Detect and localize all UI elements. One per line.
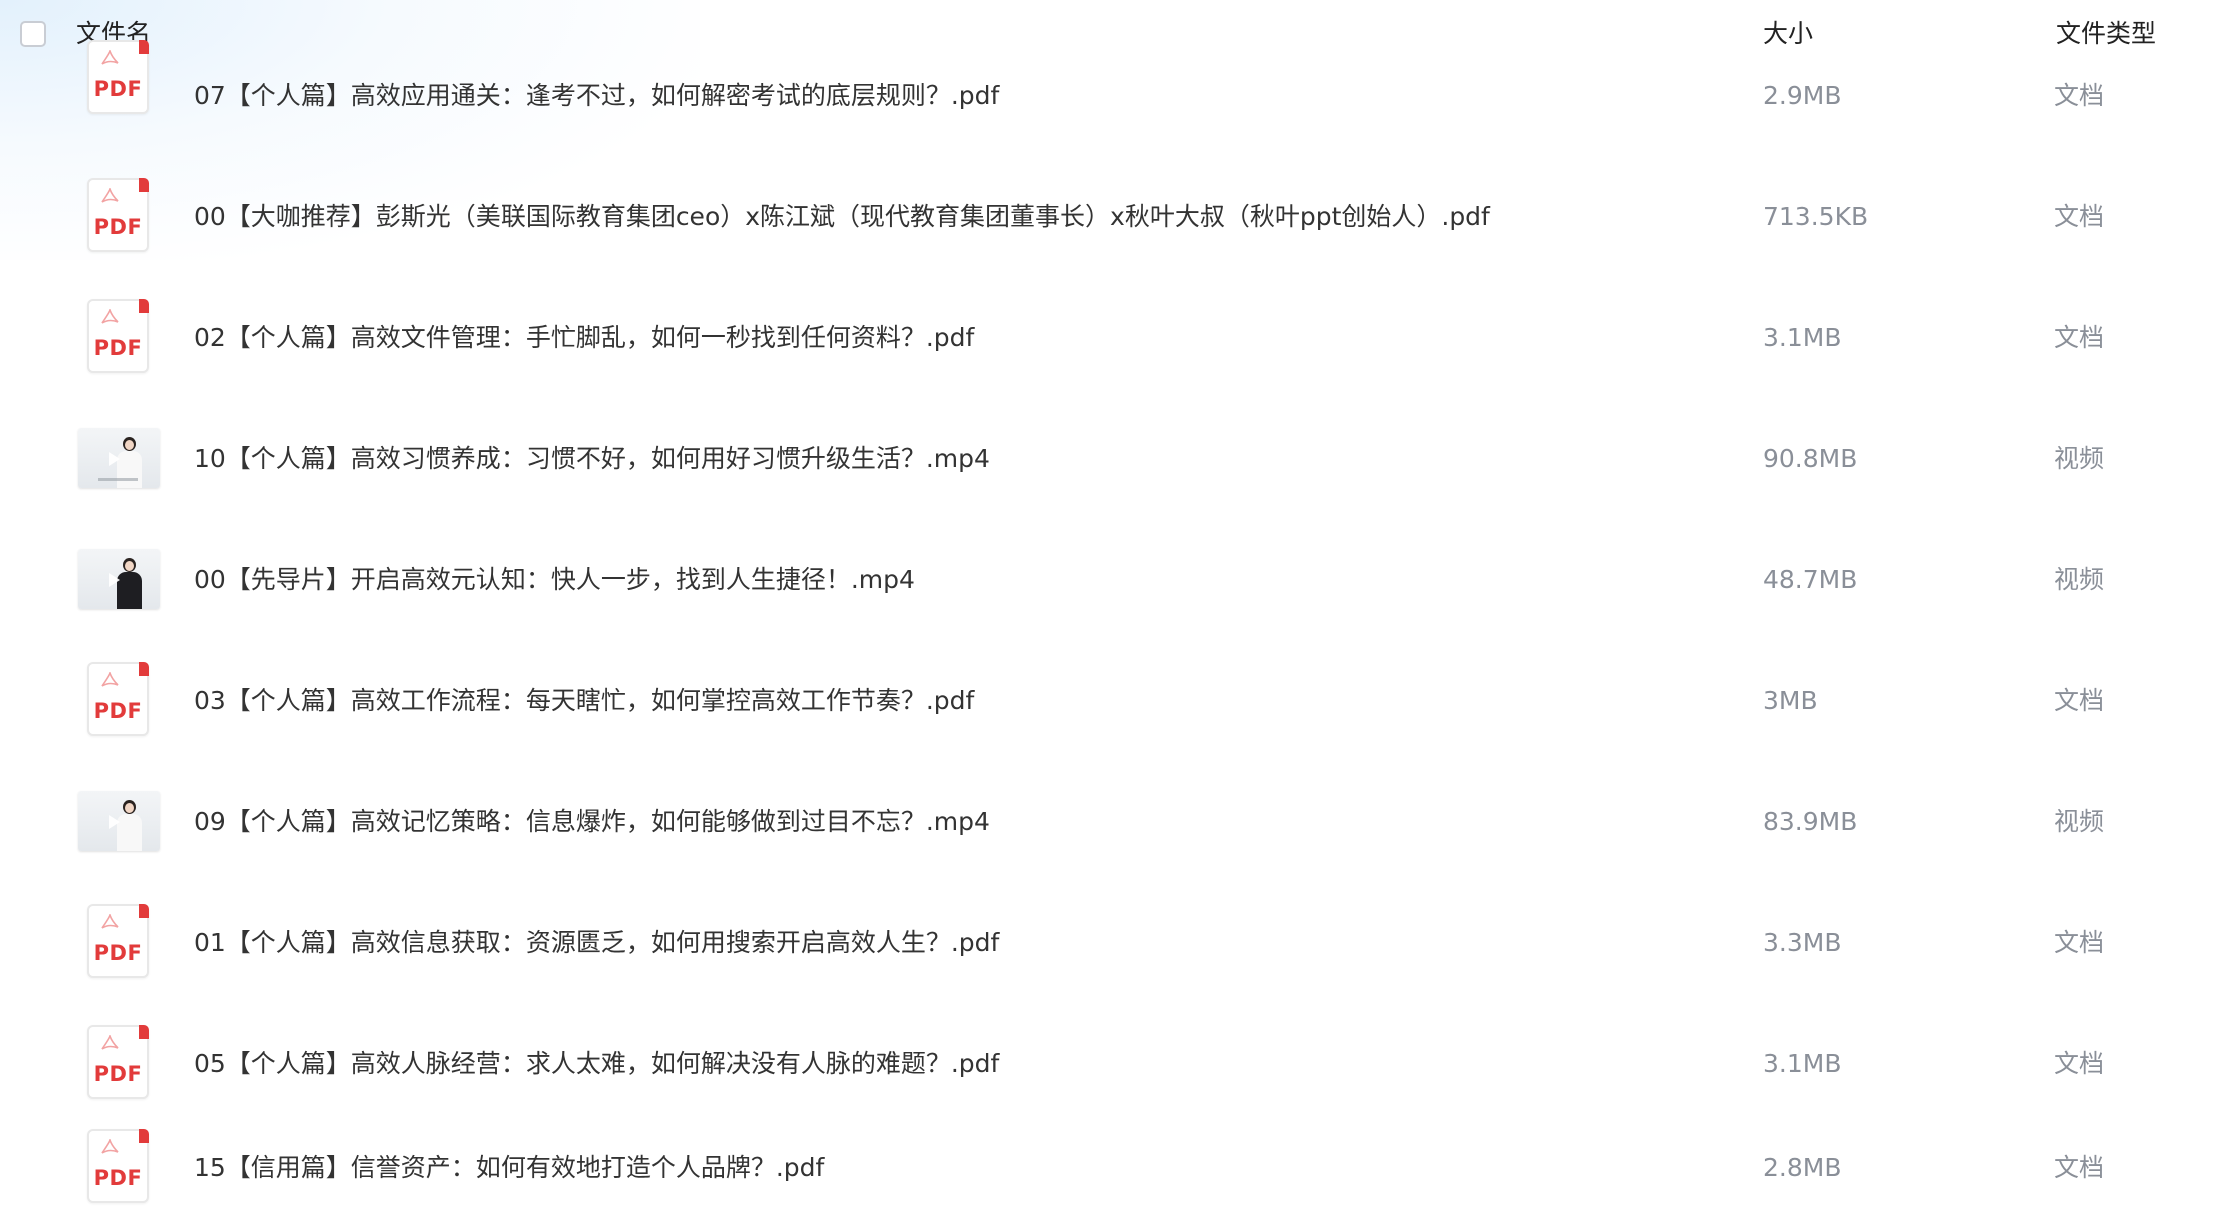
pdf-label: PDF bbox=[93, 77, 143, 101]
pdf-label: PDF bbox=[93, 336, 143, 360]
file-type: 文档 bbox=[2054, 1049, 2105, 1078]
file-size: 3.1MB bbox=[1763, 1049, 1842, 1078]
video-file-icon bbox=[78, 537, 160, 619]
file-type: 文档 bbox=[2054, 928, 2105, 957]
file-name[interactable]: 00【先导片】开启高效元认知：快人一步，找到人生捷径！.mp4 bbox=[194, 562, 915, 598]
file-row[interactable]: PDF 15【信用篇】信誉资产：如何有效地打造个人品牌？.pdf 2.8MB 文… bbox=[0, 1108, 2214, 1229]
file-size: 2.8MB bbox=[1763, 1153, 1842, 1182]
file-name[interactable]: 03【个人篇】高效工作流程：每天瞎忙，如何掌控高效工作节奏？.pdf bbox=[194, 683, 974, 719]
pdf-file-icon: PDF bbox=[78, 174, 160, 256]
pdf-icon: PDF bbox=[87, 1129, 149, 1203]
file-row[interactable]: 09【个人篇】高效记忆策略：信息爆炸，如何能够做到过目不忘？.mp4 83.9M… bbox=[0, 762, 2214, 883]
file-size: 90.8MB bbox=[1763, 444, 1858, 473]
acrobat-icon bbox=[101, 672, 119, 687]
file-name[interactable]: 01【个人篇】高效信息获取：资源匮乏，如何用搜索开启高效人生？.pdf bbox=[194, 925, 999, 961]
file-name[interactable]: 02【个人篇】高效文件管理：手忙脚乱，如何一秒找到任何资料？.pdf bbox=[194, 320, 974, 356]
file-size: 713.5KB bbox=[1763, 202, 1869, 231]
file-row[interactable]: PDF 05【个人篇】高效人脉经营：求人太难，如何解决没有人脉的难题？.pdf … bbox=[0, 1004, 2214, 1125]
file-type: 视频 bbox=[2054, 807, 2105, 836]
pdf-label: PDF bbox=[93, 1166, 143, 1190]
file-type: 视频 bbox=[2054, 565, 2105, 594]
acrobat-icon bbox=[101, 50, 119, 65]
file-size: 83.9MB bbox=[1763, 807, 1858, 836]
acrobat-icon bbox=[101, 309, 119, 324]
pdf-label: PDF bbox=[93, 699, 143, 723]
pdf-icon: PDF bbox=[87, 40, 149, 114]
pdf-icon: PDF bbox=[87, 1025, 149, 1099]
file-size: 3.1MB bbox=[1763, 323, 1842, 352]
file-row[interactable]: PDF 01【个人篇】高效信息获取：资源匮乏，如何用搜索开启高效人生？.pdf … bbox=[0, 883, 2214, 1004]
file-size: 2.9MB bbox=[1763, 81, 1842, 110]
file-type: 文档 bbox=[2054, 202, 2105, 231]
file-type: 文档 bbox=[2054, 686, 2105, 715]
pdf-icon: PDF bbox=[87, 662, 149, 736]
acrobat-icon bbox=[101, 914, 119, 929]
acrobat-icon bbox=[101, 188, 119, 203]
video-thumbnail bbox=[78, 428, 160, 488]
file-name[interactable]: 09【个人篇】高效记忆策略：信息爆炸，如何能够做到过目不忘？.mp4 bbox=[194, 804, 990, 840]
acrobat-icon bbox=[101, 1139, 119, 1154]
file-type: 视频 bbox=[2054, 444, 2105, 473]
pdf-file-icon: PDF bbox=[78, 1021, 160, 1103]
pdf-label: PDF bbox=[93, 941, 143, 965]
acrobat-icon bbox=[101, 1035, 119, 1050]
file-name[interactable]: 15【信用篇】信誉资产：如何有效地打造个人品牌？.pdf bbox=[194, 1150, 824, 1186]
video-thumbnail bbox=[78, 791, 160, 851]
pdf-icon: PDF bbox=[87, 904, 149, 978]
video-thumbnail bbox=[78, 549, 160, 609]
file-name[interactable]: 00【大咖推荐】彭斯光（美联国际教育集团ceo）x陈江斌（现代教育集团董事长）x… bbox=[194, 199, 1490, 235]
file-size: 3MB bbox=[1763, 686, 1818, 715]
pdf-file-icon: PDF bbox=[78, 36, 160, 118]
play-icon bbox=[109, 452, 120, 466]
pdf-file-icon: PDF bbox=[78, 295, 160, 377]
file-name[interactable]: 07【个人篇】高效应用通关：逢考不过，如何解密考试的底层规则？.pdf bbox=[194, 78, 999, 114]
file-size: 3.3MB bbox=[1763, 928, 1842, 957]
file-type: 文档 bbox=[2054, 323, 2105, 352]
file-row[interactable]: 00【先导片】开启高效元认知：快人一步，找到人生捷径！.mp4 48.7MB 视… bbox=[0, 520, 2214, 641]
file-row[interactable]: PDF 03【个人篇】高效工作流程：每天瞎忙，如何掌控高效工作节奏？.pdf 3… bbox=[0, 641, 2214, 762]
file-row[interactable]: PDF 02【个人篇】高效文件管理：手忙脚乱，如何一秒找到任何资料？.pdf 3… bbox=[0, 278, 2214, 399]
file-name[interactable]: 05【个人篇】高效人脉经营：求人太难，如何解决没有人脉的难题？.pdf bbox=[194, 1046, 999, 1082]
video-file-icon bbox=[78, 779, 160, 861]
video-file-icon bbox=[78, 416, 160, 498]
pdf-file-icon: PDF bbox=[78, 658, 160, 740]
pdf-file-icon: PDF bbox=[78, 1125, 160, 1207]
play-icon bbox=[109, 573, 120, 587]
file-size: 48.7MB bbox=[1763, 565, 1858, 594]
file-type: 文档 bbox=[2054, 81, 2105, 110]
pdf-label: PDF bbox=[93, 1062, 143, 1086]
file-list: 文件名 大小 文件类型 PDF 07【个人篇】高效应用通关：逢考不过，如何解密考… bbox=[0, 0, 2214, 1229]
pdf-icon: PDF bbox=[87, 299, 149, 373]
pdf-file-icon: PDF bbox=[78, 900, 160, 982]
file-row[interactable]: PDF 07【个人篇】高效应用通关：逢考不过，如何解密考试的底层规则？.pdf … bbox=[0, 36, 2214, 157]
file-type: 文档 bbox=[2054, 1153, 2105, 1182]
pdf-icon: PDF bbox=[87, 178, 149, 252]
pdf-label: PDF bbox=[93, 215, 143, 239]
file-row[interactable]: PDF 00【大咖推荐】彭斯光（美联国际教育集团ceo）x陈江斌（现代教育集团董… bbox=[0, 157, 2214, 278]
play-icon bbox=[109, 815, 120, 829]
file-row[interactable]: 10【个人篇】高效习惯养成：习惯不好，如何用好习惯升级生活？.mp4 90.8M… bbox=[0, 399, 2214, 520]
file-name[interactable]: 10【个人篇】高效习惯养成：习惯不好，如何用好习惯升级生活？.mp4 bbox=[194, 441, 990, 477]
